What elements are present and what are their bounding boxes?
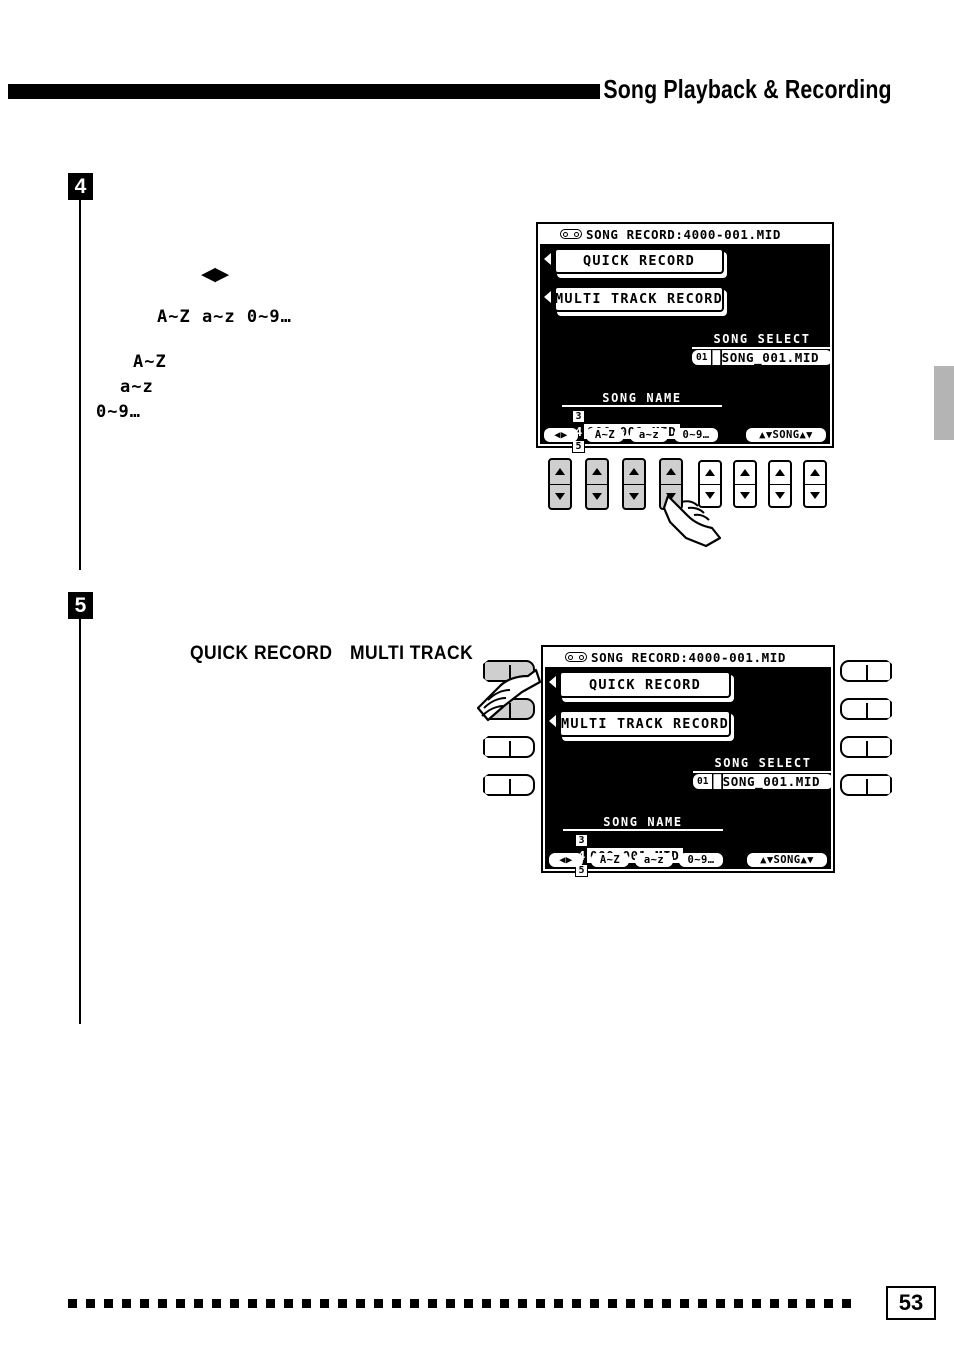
rocker-button-6[interactable] — [733, 460, 757, 508]
song-name-underline-2 — [563, 829, 723, 831]
right-side-button-column — [840, 660, 900, 800]
lcd-screen: QUICK RECORD MULTI TRACK RECORD SONG SEL… — [540, 244, 832, 453]
rocker-6-up[interactable] — [735, 462, 755, 485]
rocker-7-up[interactable] — [770, 462, 790, 485]
rocker-button-row — [548, 458, 834, 514]
side-button-right-1[interactable] — [840, 660, 892, 682]
chapter-margin-tab — [934, 366, 954, 440]
song-select-filename: SONG_001.MID — [721, 350, 820, 365]
lcd-screen-2: QUICK RECORD MULTI TRACK RECORD SONG SEL… — [545, 667, 833, 877]
charset-row-term: A~Z a~z 0~9… — [157, 307, 292, 327]
quick-record-tick-icon — [544, 253, 551, 265]
side-button-left-3[interactable] — [483, 736, 535, 758]
fn-lower-case-2[interactable]: a~z — [635, 853, 673, 867]
rocker-3-up[interactable] — [624, 460, 644, 485]
rocker-button-8[interactable] — [803, 460, 827, 508]
step-4-marker: 4 — [68, 173, 93, 200]
song-select-underline — [692, 347, 832, 349]
rocker-2-down[interactable] — [587, 485, 607, 509]
song-name-underline — [562, 405, 722, 407]
fn-upper-case[interactable]: A~Z — [586, 428, 624, 442]
rocker-3-down[interactable] — [624, 485, 644, 509]
header-rule — [8, 84, 600, 99]
song-name-label: SONG NAME — [602, 391, 682, 405]
fn-song-nav-2[interactable]: ▲▼SONG▲▼ — [747, 853, 827, 867]
lcd-titlebar-2: SONG RECORD:4000-001.MID — [543, 647, 833, 667]
step-5-marker: 5 — [68, 592, 93, 619]
footer-dot-rule — [68, 1299, 858, 1308]
lcd-function-row: ◀▶ A~Z a~z 0~9… ▲▼SONG▲▼ — [542, 428, 828, 442]
fn-cursor-lr-2[interactable]: ◀▶ — [549, 853, 583, 867]
multi-track-term: MULTI TRACK — [350, 643, 474, 664]
rocker-button-3[interactable] — [622, 458, 646, 510]
page-number: 53 — [886, 1286, 936, 1320]
step-5-rule — [79, 619, 81, 1024]
cursor-arrows-term: ◀▶ — [201, 263, 229, 285]
rocker-1-down[interactable] — [550, 485, 570, 509]
song-select-cursor: █ — [711, 350, 722, 365]
fn-song-nav[interactable]: ▲▼SONG▲▼ — [746, 428, 826, 442]
step-4-rule — [79, 200, 81, 570]
lcd-multi-track-record-button-2[interactable]: MULTI TRACK RECORD — [559, 710, 731, 737]
digits-term: 0~9… — [96, 402, 141, 422]
song-select-label-2: SONG SELECT — [714, 756, 812, 770]
rocker-8-up[interactable] — [805, 462, 825, 485]
side-button-right-2[interactable] — [840, 698, 892, 720]
side-button-right-4[interactable] — [840, 774, 892, 796]
lcd-function-row-2: ◀▶ A~Z a~z 0~9… ▲▼SONG▲▼ — [547, 853, 829, 867]
side-button-left-2[interactable] — [483, 698, 535, 720]
rocker-4-down[interactable] — [661, 485, 681, 509]
fn-lower-case[interactable]: a~z — [630, 428, 668, 442]
cassette-tape-icon-2 — [565, 652, 587, 662]
song-select-cursor-2: █ — [712, 774, 723, 789]
page-title: Song Playback & Recording — [603, 74, 892, 104]
side-button-left-1[interactable] — [483, 660, 535, 682]
multi-track-tick-icon-2 — [549, 715, 556, 727]
lcd-quick-record-button-2[interactable]: QUICK RECORD — [559, 671, 731, 698]
lcd-quick-record-button[interactable]: QUICK RECORD — [554, 248, 724, 274]
fn-digits-2[interactable]: 0~9… — [679, 853, 723, 867]
rocker-2-up[interactable] — [587, 460, 607, 485]
fn-upper-case-2[interactable]: A~Z — [591, 853, 629, 867]
fn-digits[interactable]: 0~9… — [674, 428, 718, 442]
side-button-right-3[interactable] — [840, 736, 892, 758]
song-select-label: SONG SELECT — [713, 332, 811, 346]
rocker-button-1[interactable] — [548, 458, 572, 510]
rocker-button-7[interactable] — [768, 460, 792, 508]
quick-record-term: QUICK RECORD — [190, 643, 333, 664]
song-select-value-2[interactable]: 01 █ SONG_001.MID — [693, 774, 833, 789]
song-select-underline-2 — [693, 771, 833, 773]
lcd-panel-step5: SONG RECORD:4000-001.MID QUICK RECORD MU… — [541, 645, 835, 877]
rocker-6-down[interactable] — [735, 485, 755, 507]
lcd-titlebar: SONG RECORD:4000-001.MID — [538, 224, 832, 244]
rocker-5-up[interactable] — [700, 462, 720, 485]
fn-cursor-lr[interactable]: ◀▶ — [544, 428, 578, 442]
rocker-button-5[interactable] — [698, 460, 722, 508]
lcd-title-text: SONG RECORD:4000-001.MID — [586, 226, 782, 242]
lowercase-term: a~z — [120, 377, 154, 397]
song-select-value[interactable]: 01 █ SONG_001.MID — [692, 350, 832, 365]
cassette-tape-icon — [560, 229, 582, 239]
song-select-filename-2: SONG_001.MID — [722, 774, 821, 789]
side-button-left-4[interactable] — [483, 774, 535, 796]
lcd-title-text-2: SONG RECORD:4000-001.MID — [591, 649, 787, 665]
rocker-1-up[interactable] — [550, 460, 570, 485]
lcd-multi-track-record-button[interactable]: MULTI TRACK RECORD — [554, 286, 724, 312]
multi-track-tick-icon — [544, 291, 551, 303]
lcd-panel-step4: SONG RECORD:4000-001.MID QUICK RECORD MU… — [536, 222, 834, 453]
rocker-7-down[interactable] — [770, 485, 790, 507]
rocker-button-2[interactable] — [585, 458, 609, 510]
rocker-8-down[interactable] — [805, 485, 825, 507]
song-name-label-2: SONG NAME — [603, 815, 683, 829]
song-select-index: 01 — [696, 352, 708, 363]
uppercase-term: A~Z — [133, 352, 167, 372]
char-prev[interactable]: 3 — [572, 410, 585, 423]
rocker-5-down[interactable] — [700, 485, 720, 507]
left-side-button-column — [483, 660, 543, 800]
quick-record-tick-icon-2 — [549, 676, 556, 688]
char-prev-2[interactable]: 3 — [575, 834, 588, 847]
rocker-button-4[interactable] — [659, 458, 683, 510]
song-select-index-2: 01 — [697, 776, 709, 787]
rocker-4-up[interactable] — [661, 460, 681, 485]
